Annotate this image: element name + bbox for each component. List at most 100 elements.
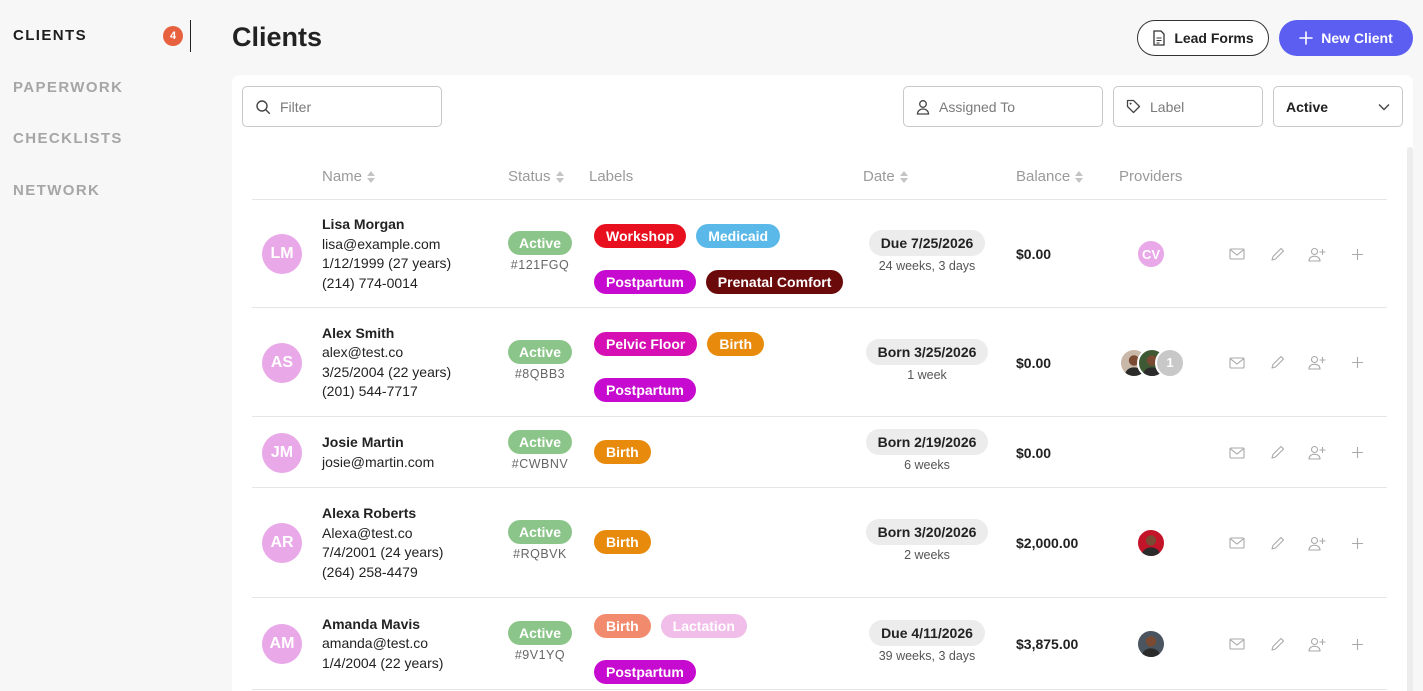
sort-icon — [1075, 170, 1084, 183]
plus-icon[interactable] — [1348, 245, 1366, 263]
client-info: Alexa Roberts Alexa@test.co 7/4/2001 (24 y… — [322, 504, 443, 582]
client-info: Josie Martin josie@martin.com — [322, 433, 434, 472]
provider-avatar-photo[interactable] — [1136, 528, 1166, 558]
assigned-to-field[interactable] — [903, 86, 1103, 127]
label-tag[interactable]: Medicaid — [696, 223, 781, 248]
client-code: #CWBNV — [511, 456, 569, 471]
label-tag[interactable]: Postpartum — [594, 269, 696, 294]
plus-icon[interactable] — [1348, 635, 1366, 653]
column-header-status-label: Status — [508, 168, 551, 185]
provider-avatar[interactable]: 1 — [1155, 347, 1185, 378]
client-phone: (214) 774-0014 — [322, 274, 418, 291]
label-tag[interactable]: Birth — [594, 530, 651, 554]
labels-cell: Workshop Medicaid Postpartum Prenatal Comfo… — [594, 223, 844, 294]
sidebar-item-network[interactable]: NETWORK — [13, 182, 100, 199]
client-email: Alexa@test.co — [322, 524, 413, 541]
filter-field[interactable] — [242, 86, 442, 127]
label-tag[interactable]: Prenatal Comfort — [705, 269, 844, 294]
lead-forms-button[interactable]: Lead Forms — [1137, 20, 1269, 56]
new-client-button[interactable]: New Client — [1279, 20, 1413, 56]
labels-cell: Birth — [594, 530, 844, 554]
date-cell: Due 7/25/2026 24 weeks, 3 days — [862, 230, 992, 273]
plus-icon[interactable] — [1348, 354, 1366, 372]
provider-avatar-photo[interactable] — [1136, 629, 1166, 659]
client-avatar: JM — [262, 432, 302, 473]
table-row[interactable]: JM Josie Martin josie@martin.com Active #C… — [252, 417, 1387, 488]
sidebar-item-paperwork[interactable]: PAPERWORK — [13, 79, 123, 96]
label-tag[interactable]: Postpartum — [594, 659, 696, 684]
column-header-balance[interactable]: Balance — [1016, 168, 1084, 185]
column-header-providers: Providers — [1119, 168, 1182, 185]
add-user-icon[interactable] — [1308, 245, 1326, 263]
add-user-icon[interactable] — [1308, 444, 1326, 462]
client-name[interactable]: Josie Martin — [322, 433, 434, 453]
lead-forms-label: Lead Forms — [1174, 30, 1254, 46]
balance-value: $0.00 — [1016, 246, 1052, 262]
plus-icon[interactable] — [1348, 444, 1366, 462]
sidebar-item-clients[interactable]: CLIENTS — [13, 27, 87, 44]
add-user-icon[interactable] — [1308, 534, 1326, 552]
labels-cell: Pelvic Floor Birth Postpartum — [594, 332, 844, 402]
edit-icon[interactable] — [1268, 245, 1286, 263]
label-input[interactable] — [1150, 98, 1250, 115]
column-header-name[interactable]: Name — [322, 168, 376, 185]
label-tag[interactable]: Birth — [594, 439, 651, 464]
client-email: lisa@example.com — [322, 235, 441, 252]
status-select[interactable]: Active — [1273, 86, 1403, 127]
email-icon[interactable] — [1228, 354, 1246, 372]
label-tag[interactable]: Pelvic Floor — [594, 332, 698, 356]
add-user-icon[interactable] — [1308, 354, 1326, 372]
edit-icon[interactable] — [1268, 444, 1286, 462]
client-info: Alex Smith alex@test.co 3/25/2004 (22 year… — [322, 324, 451, 402]
balance-value: $2,000.00 — [1016, 535, 1079, 551]
plus-icon[interactable] — [1348, 534, 1366, 552]
status-badge: Active — [508, 339, 572, 364]
client-dob: 1/12/1999 (27 years) — [322, 255, 452, 271]
scrollbar[interactable] — [1407, 147, 1413, 691]
label-tag[interactable]: Birth — [594, 613, 651, 638]
client-dob: 1/4/2004 (22 years) — [322, 654, 444, 671]
label-tag[interactable]: Lactation — [660, 613, 747, 638]
person-photo-icon — [1141, 636, 1161, 657]
email-icon[interactable] — [1228, 534, 1246, 552]
table-row[interactable]: AS Alex Smith alex@test.co 3/25/2004 (22 ye… — [252, 308, 1387, 417]
edit-icon[interactable] — [1268, 534, 1286, 552]
assigned-to-input[interactable] — [939, 98, 1079, 115]
sidebar-item-checklists[interactable]: CHECKLISTS — [13, 130, 123, 147]
column-header-date-label: Date — [863, 168, 895, 185]
client-name[interactable]: Lisa Morgan — [322, 215, 451, 235]
date-relative: 1 week — [907, 367, 947, 382]
filter-input[interactable] — [280, 98, 420, 115]
sort-icon — [555, 170, 564, 183]
label-tag[interactable]: Postpartum — [594, 378, 696, 402]
row-actions — [1228, 635, 1366, 653]
client-name[interactable]: Alexa Roberts — [322, 504, 443, 524]
client-code: #8QBB3 — [514, 366, 566, 381]
add-user-icon[interactable] — [1308, 635, 1326, 653]
client-name[interactable]: Amanda Mavis — [322, 615, 443, 635]
column-header-date[interactable]: Date — [863, 168, 908, 185]
table-row[interactable]: LM Lisa Morgan lisa@example.com 1/12/1999 (… — [252, 200, 1387, 308]
label-tag[interactable]: Birth — [707, 332, 765, 356]
client-code: #121FGQ — [510, 258, 570, 272]
labels-cell: Birth — [594, 439, 844, 464]
email-icon[interactable] — [1228, 444, 1246, 462]
email-icon[interactable] — [1228, 635, 1246, 653]
table-row[interactable]: AM Amanda Mavis amanda@test.co 1/4/2004 (22… — [252, 598, 1387, 690]
status-cell: Active #8QBB3 — [508, 339, 572, 381]
client-name[interactable]: Alex Smith — [322, 324, 451, 344]
label-field[interactable] — [1113, 86, 1263, 127]
balance-value: $3,875.00 — [1016, 636, 1079, 652]
date-cell: Due 4/11/2026 39 weeks, 3 days — [862, 620, 992, 663]
edit-icon[interactable] — [1268, 354, 1286, 372]
client-dob: 7/4/2001 (24 years) — [322, 544, 444, 560]
email-icon[interactable] — [1228, 245, 1246, 263]
label-tag[interactable]: Workshop — [594, 223, 687, 248]
status-badge: Active — [508, 231, 572, 255]
client-email: josie@martin.com — [322, 453, 435, 470]
table-row[interactable]: AR Alexa Roberts Alexa@test.co 7/4/2001 (24… — [252, 488, 1387, 598]
edit-icon[interactable] — [1268, 635, 1286, 653]
sort-icon — [899, 170, 908, 183]
provider-avatar[interactable]: CV — [1136, 239, 1166, 269]
column-header-status[interactable]: Status — [508, 168, 564, 185]
